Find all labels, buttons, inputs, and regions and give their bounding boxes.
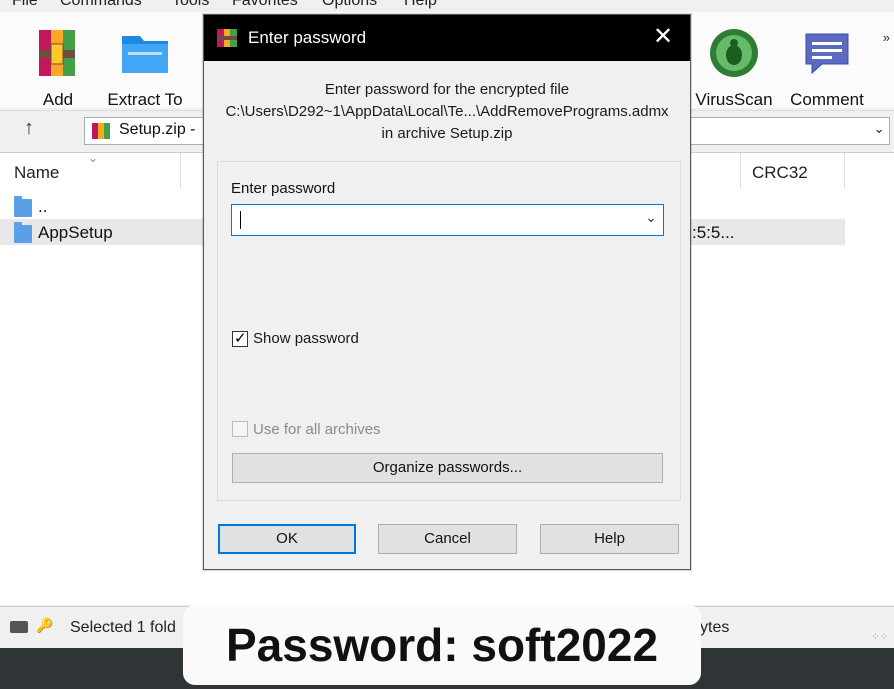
dialog-title: Enter password	[248, 28, 367, 47]
password-input[interactable]: ⌄	[231, 204, 664, 236]
menu-commands[interactable]: Commands	[60, 0, 142, 10]
column-header-crc32[interactable]: CRC32	[738, 153, 844, 189]
password-caption: Password: soft2022	[183, 605, 701, 685]
cancel-button[interactable]: Cancel	[378, 524, 517, 554]
dialog-message-path: C:\Users\D292~1\AppData\Local\Te...\AddR…	[225, 103, 669, 120]
address-text: Setup.zip -	[119, 121, 196, 138]
dialog-title-bar[interactable]: Enter password ✕	[204, 15, 690, 61]
folder-icon	[14, 196, 32, 217]
list-item-label: AppSetup	[38, 223, 113, 242]
list-item-appsetup[interactable]: AppSetup	[0, 221, 180, 247]
zip-archive-icon	[91, 122, 111, 140]
virus-scan-icon	[707, 26, 761, 80]
list-item-modified: :5:5...	[692, 223, 735, 242]
toolbar-more-icon[interactable]: »	[883, 30, 890, 45]
text-caret	[240, 211, 241, 229]
extract-folder-icon	[118, 26, 172, 80]
winrar-icon	[216, 28, 238, 48]
organize-passwords-button[interactable]: Organize passwords...	[232, 453, 663, 483]
enter-password-dialog: Enter password ✕ Enter password for the …	[203, 14, 691, 570]
menu-help[interactable]: Help	[404, 0, 437, 10]
drive-icon	[10, 621, 28, 633]
use-for-all-archives-label: Use for all archives	[253, 421, 381, 438]
comment-label: Comment	[790, 90, 864, 109]
chevron-down-icon[interactable]: ⌄	[873, 120, 885, 137]
dialog-message-line1: Enter password for the encrypted file	[324, 81, 570, 98]
status-text-right: ytes	[700, 619, 730, 636]
add-button[interactable]: Add	[13, 26, 103, 110]
extract-to-button[interactable]: Extract To	[100, 26, 190, 110]
key-icon: 🔑	[36, 617, 54, 633]
help-button[interactable]: Help	[540, 524, 679, 554]
comment-button[interactable]: Comment	[782, 26, 872, 110]
menu-file[interactable]: File	[12, 0, 38, 10]
menu-tools[interactable]: Tools	[172, 0, 209, 10]
show-password-checkbox[interactable]	[232, 329, 248, 347]
resize-grip-icon[interactable]: ⁘⁘	[871, 632, 888, 643]
show-password-label[interactable]: Show password	[253, 330, 359, 347]
list-item-label: ..	[38, 197, 48, 216]
password-label: Enter password	[231, 180, 336, 197]
dialog-body: Enter password for the encrypted file C:…	[204, 61, 690, 569]
menu-bar: File Commands Tools Favorites Options He…	[0, 0, 894, 12]
column-divider[interactable]	[180, 153, 181, 189]
virusscan-label: VirusScan	[695, 90, 773, 109]
menu-favorites[interactable]: Favorites	[232, 0, 298, 10]
extract-to-label: Extract To	[107, 90, 183, 109]
ok-button[interactable]: OK	[218, 524, 356, 554]
close-icon[interactable]: ✕	[648, 23, 678, 53]
chevron-down-icon[interactable]: ⌄	[645, 209, 657, 226]
list-item-parent[interactable]: ..	[0, 195, 180, 221]
sort-caret-icon: ⌄	[88, 151, 99, 165]
up-arrow-icon[interactable]: ↑	[24, 117, 34, 140]
comment-icon	[800, 26, 854, 80]
add-archive-icon	[31, 26, 85, 80]
dialog-message-archive: in archive Setup.zip	[381, 125, 513, 142]
folder-icon	[14, 222, 32, 243]
use-for-all-archives-checkbox[interactable]	[232, 421, 248, 437]
column-header-name[interactable]: ⌄ Name	[0, 151, 180, 189]
column-divider[interactable]	[844, 153, 845, 189]
add-label: Add	[42, 90, 74, 109]
status-text-left: Selected 1 fold	[70, 619, 176, 636]
menu-options[interactable]: Options	[322, 0, 377, 10]
virusscan-button[interactable]: VirusScan	[689, 26, 779, 110]
